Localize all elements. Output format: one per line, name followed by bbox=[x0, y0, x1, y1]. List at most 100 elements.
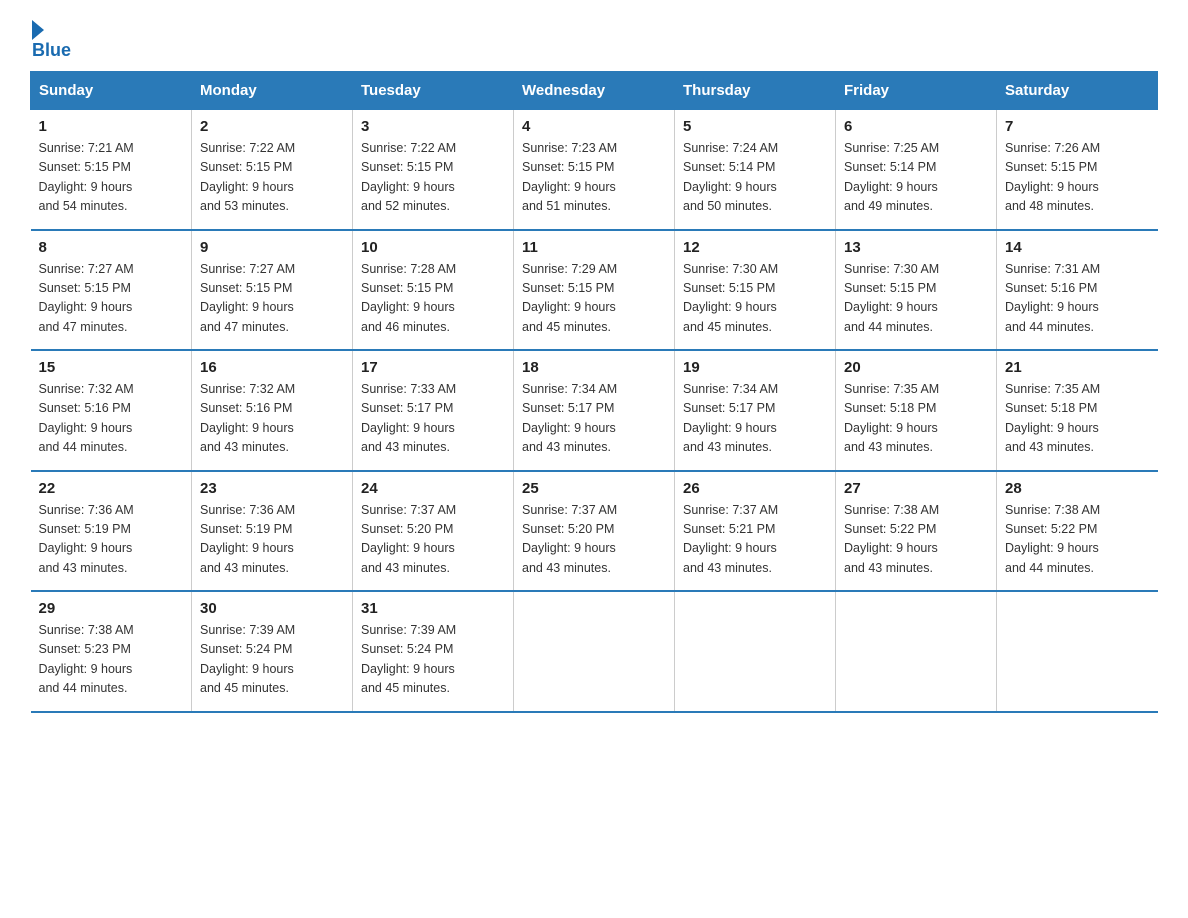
calendar-cell: 19 Sunrise: 7:34 AMSunset: 5:17 PMDayligh… bbox=[675, 350, 836, 471]
day-info: Sunrise: 7:35 AMSunset: 5:18 PMDaylight:… bbox=[844, 380, 988, 458]
day-info: Sunrise: 7:36 AMSunset: 5:19 PMDaylight:… bbox=[39, 501, 184, 579]
week-row-1: 1 Sunrise: 7:21 AMSunset: 5:15 PMDaylight… bbox=[31, 110, 1158, 230]
calendar-cell: 10 Sunrise: 7:28 AMSunset: 5:15 PMDayligh… bbox=[353, 230, 514, 351]
day-number: 8 bbox=[39, 239, 184, 256]
calendar-cell: 25 Sunrise: 7:37 AMSunset: 5:20 PMDayligh… bbox=[514, 471, 675, 592]
calendar-cell: 11Sunrise: 7:29 AMSunset: 5:15 PMDayligh… bbox=[514, 230, 675, 351]
day-number: 17 bbox=[361, 359, 505, 376]
calendar-cell: 28 Sunrise: 7:38 AMSunset: 5:22 PMDayligh… bbox=[997, 471, 1158, 592]
calendar-cell: 26Sunrise: 7:37 AMSunset: 5:21 PMDayligh… bbox=[675, 471, 836, 592]
calendar-cell: 17Sunrise: 7:33 AMSunset: 5:17 PMDayligh… bbox=[353, 350, 514, 471]
calendar-cell: 29 Sunrise: 7:38 AMSunset: 5:23 PMDayligh… bbox=[31, 591, 192, 712]
day-info: Sunrise: 7:28 AMSunset: 5:15 PMDaylight:… bbox=[361, 260, 505, 338]
day-info: Sunrise: 7:32 AMSunset: 5:16 PMDaylight:… bbox=[39, 380, 184, 458]
calendar-cell: 12 Sunrise: 7:30 AMSunset: 5:15 PMDayligh… bbox=[675, 230, 836, 351]
header-monday: Monday bbox=[192, 72, 353, 110]
day-info: Sunrise: 7:22 AMSunset: 5:15 PMDaylight:… bbox=[200, 139, 344, 217]
header-wednesday: Wednesday bbox=[514, 72, 675, 110]
day-info: Sunrise: 7:39 AMSunset: 5:24 PMDaylight:… bbox=[361, 621, 505, 699]
logo-arrow-icon bbox=[32, 20, 44, 40]
calendar-cell: 18Sunrise: 7:34 AMSunset: 5:17 PMDayligh… bbox=[514, 350, 675, 471]
day-info: Sunrise: 7:36 AMSunset: 5:19 PMDaylight:… bbox=[200, 501, 344, 579]
day-number: 31 bbox=[361, 600, 505, 617]
week-row-2: 8 Sunrise: 7:27 AMSunset: 5:15 PMDaylight… bbox=[31, 230, 1158, 351]
day-info: Sunrise: 7:27 AMSunset: 5:15 PMDaylight:… bbox=[200, 260, 344, 338]
day-number: 26 bbox=[683, 480, 827, 497]
day-number: 3 bbox=[361, 118, 505, 135]
day-number: 13 bbox=[844, 239, 988, 256]
day-number: 19 bbox=[683, 359, 827, 376]
day-info: Sunrise: 7:25 AMSunset: 5:14 PMDaylight:… bbox=[844, 139, 988, 217]
logo: Blue bbox=[30, 20, 71, 61]
day-info: Sunrise: 7:37 AMSunset: 5:20 PMDaylight:… bbox=[522, 501, 666, 579]
day-number: 2 bbox=[200, 118, 344, 135]
calendar-cell: 6 Sunrise: 7:25 AMSunset: 5:14 PMDaylight… bbox=[836, 110, 997, 230]
day-number: 28 bbox=[1005, 480, 1150, 497]
calendar-cell: 5 Sunrise: 7:24 AMSunset: 5:14 PMDaylight… bbox=[675, 110, 836, 230]
day-number: 15 bbox=[39, 359, 184, 376]
calendar-cell: 8 Sunrise: 7:27 AMSunset: 5:15 PMDaylight… bbox=[31, 230, 192, 351]
calendar-cell: 24Sunrise: 7:37 AMSunset: 5:20 PMDayligh… bbox=[353, 471, 514, 592]
day-number: 24 bbox=[361, 480, 505, 497]
day-info: Sunrise: 7:34 AMSunset: 5:17 PMDaylight:… bbox=[522, 380, 666, 458]
calendar-cell bbox=[997, 591, 1158, 712]
day-number: 22 bbox=[39, 480, 184, 497]
calendar-cell bbox=[675, 591, 836, 712]
day-number: 16 bbox=[200, 359, 344, 376]
day-number: 10 bbox=[361, 239, 505, 256]
calendar-cell: 15 Sunrise: 7:32 AMSunset: 5:16 PMDayligh… bbox=[31, 350, 192, 471]
day-number: 1 bbox=[39, 118, 184, 135]
header-saturday: Saturday bbox=[997, 72, 1158, 110]
day-info: Sunrise: 7:39 AMSunset: 5:24 PMDaylight:… bbox=[200, 621, 344, 699]
day-info: Sunrise: 7:24 AMSunset: 5:14 PMDaylight:… bbox=[683, 139, 827, 217]
header-tuesday: Tuesday bbox=[353, 72, 514, 110]
day-number: 14 bbox=[1005, 239, 1150, 256]
calendar-cell: 3Sunrise: 7:22 AMSunset: 5:15 PMDaylight… bbox=[353, 110, 514, 230]
day-number: 25 bbox=[522, 480, 666, 497]
calendar-header-row: SundayMondayTuesdayWednesdayThursdayFrid… bbox=[31, 72, 1158, 110]
day-number: 30 bbox=[200, 600, 344, 617]
page-header: Blue bbox=[30, 20, 1158, 61]
calendar-cell: 4 Sunrise: 7:23 AMSunset: 5:15 PMDaylight… bbox=[514, 110, 675, 230]
day-info: Sunrise: 7:21 AMSunset: 5:15 PMDaylight:… bbox=[39, 139, 184, 217]
day-number: 20 bbox=[844, 359, 988, 376]
day-number: 7 bbox=[1005, 118, 1150, 135]
week-row-5: 29 Sunrise: 7:38 AMSunset: 5:23 PMDayligh… bbox=[31, 591, 1158, 712]
week-row-3: 15 Sunrise: 7:32 AMSunset: 5:16 PMDayligh… bbox=[31, 350, 1158, 471]
logo-subtitle: Blue bbox=[32, 40, 71, 61]
day-info: Sunrise: 7:30 AMSunset: 5:15 PMDaylight:… bbox=[683, 260, 827, 338]
calendar-cell: 13 Sunrise: 7:30 AMSunset: 5:15 PMDayligh… bbox=[836, 230, 997, 351]
calendar-cell: 14Sunrise: 7:31 AMSunset: 5:16 PMDayligh… bbox=[997, 230, 1158, 351]
calendar-table: SundayMondayTuesdayWednesdayThursdayFrid… bbox=[30, 71, 1158, 713]
day-number: 21 bbox=[1005, 359, 1150, 376]
calendar-cell: 31 Sunrise: 7:39 AMSunset: 5:24 PMDayligh… bbox=[353, 591, 514, 712]
day-info: Sunrise: 7:32 AMSunset: 5:16 PMDaylight:… bbox=[200, 380, 344, 458]
day-number: 6 bbox=[844, 118, 988, 135]
day-number: 29 bbox=[39, 600, 184, 617]
day-info: Sunrise: 7:30 AMSunset: 5:15 PMDaylight:… bbox=[844, 260, 988, 338]
calendar-cell: 9 Sunrise: 7:27 AMSunset: 5:15 PMDaylight… bbox=[192, 230, 353, 351]
day-info: Sunrise: 7:38 AMSunset: 5:22 PMDaylight:… bbox=[1005, 501, 1150, 579]
day-info: Sunrise: 7:23 AMSunset: 5:15 PMDaylight:… bbox=[522, 139, 666, 217]
day-info: Sunrise: 7:29 AMSunset: 5:15 PMDaylight:… bbox=[522, 260, 666, 338]
day-number: 5 bbox=[683, 118, 827, 135]
day-info: Sunrise: 7:27 AMSunset: 5:15 PMDaylight:… bbox=[39, 260, 184, 338]
calendar-cell: 27 Sunrise: 7:38 AMSunset: 5:22 PMDayligh… bbox=[836, 471, 997, 592]
day-info: Sunrise: 7:38 AMSunset: 5:22 PMDaylight:… bbox=[844, 501, 988, 579]
day-number: 4 bbox=[522, 118, 666, 135]
day-number: 23 bbox=[200, 480, 344, 497]
day-info: Sunrise: 7:34 AMSunset: 5:17 PMDaylight:… bbox=[683, 380, 827, 458]
calendar-cell: 23 Sunrise: 7:36 AMSunset: 5:19 PMDayligh… bbox=[192, 471, 353, 592]
calendar-cell: 16 Sunrise: 7:32 AMSunset: 5:16 PMDayligh… bbox=[192, 350, 353, 471]
day-number: 27 bbox=[844, 480, 988, 497]
calendar-cell: 1 Sunrise: 7:21 AMSunset: 5:15 PMDaylight… bbox=[31, 110, 192, 230]
day-info: Sunrise: 7:26 AMSunset: 5:15 PMDaylight:… bbox=[1005, 139, 1150, 217]
header-sunday: Sunday bbox=[31, 72, 192, 110]
day-number: 9 bbox=[200, 239, 344, 256]
day-info: Sunrise: 7:38 AMSunset: 5:23 PMDaylight:… bbox=[39, 621, 184, 699]
day-number: 12 bbox=[683, 239, 827, 256]
header-friday: Friday bbox=[836, 72, 997, 110]
day-info: Sunrise: 7:35 AMSunset: 5:18 PMDaylight:… bbox=[1005, 380, 1150, 458]
calendar-cell: 20 Sunrise: 7:35 AMSunset: 5:18 PMDayligh… bbox=[836, 350, 997, 471]
calendar-cell: 22 Sunrise: 7:36 AMSunset: 5:19 PMDayligh… bbox=[31, 471, 192, 592]
